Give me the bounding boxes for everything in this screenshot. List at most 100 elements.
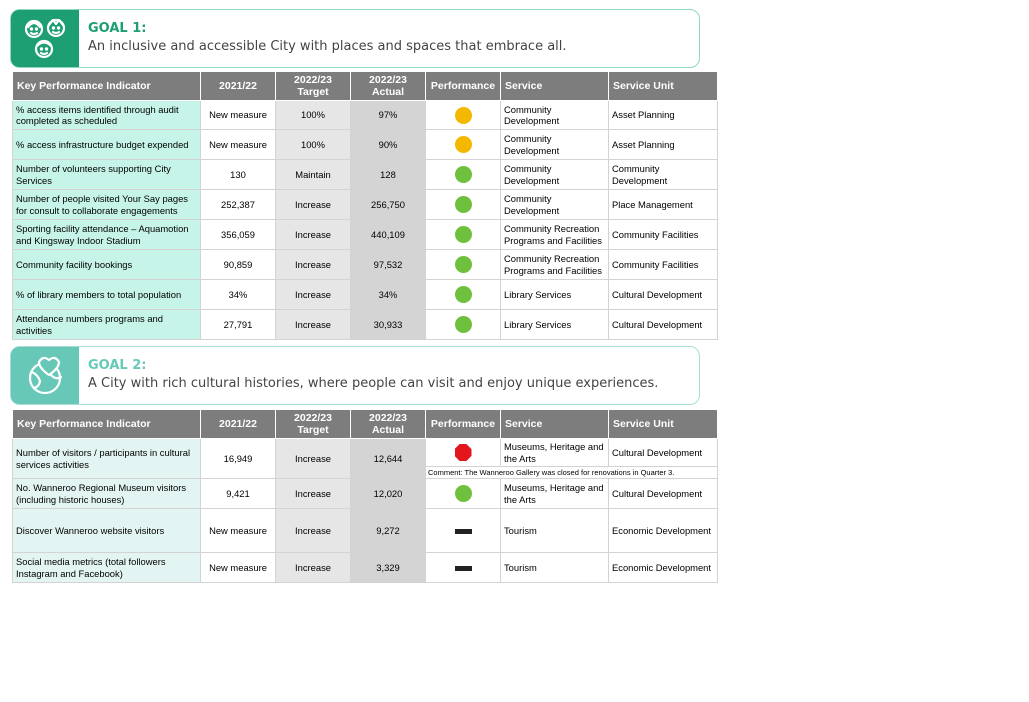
actual-cell: 3,329 [350, 552, 426, 583]
table-row: No. Wanneroo Regional Museum visitors (i… [12, 478, 718, 509]
header-service-unit: Service Unit [608, 409, 718, 439]
actual-cell: 256,750 [350, 189, 426, 220]
table-row: Attendance numbers programs and activiti… [12, 309, 718, 340]
table-row: Number of people visited Your Say pages … [12, 189, 718, 220]
service-unit-cell: Cultural Development [608, 478, 718, 509]
actual-cell: 97,532 [350, 249, 426, 280]
value-2021-22-cell: 27,791 [200, 309, 276, 340]
globe-heart-icon [28, 356, 63, 394]
performance-cell [425, 508, 501, 553]
service-unit-cell: Cultural Development [608, 438, 718, 467]
service-cell: Museums, Heritage and the Arts [500, 478, 609, 509]
green-status-dot-icon [454, 196, 472, 213]
service-unit-cell: Place Management [608, 189, 718, 220]
header-target: 2022/23 Target [275, 71, 351, 101]
service-unit-cell: Cultural Development [608, 309, 718, 340]
no-target-dash-icon [454, 565, 472, 571]
comment-cell: Comment: The Wanneroo Gallery was closed… [425, 466, 718, 479]
goal-2-banner: GOAL 2: A City with rich cultural histor… [10, 346, 700, 405]
value-2021-22-cell: 252,387 [200, 189, 276, 220]
people-faces-icon [24, 18, 66, 58]
target-cell: Maintain [275, 159, 351, 190]
performance-cell [425, 478, 501, 509]
service-unit-cell: Asset Planning [608, 100, 718, 130]
service-cell: Community Development [500, 100, 609, 130]
kpi-name-cell: Community facility bookings [12, 249, 201, 280]
goal-2-icon-box [11, 347, 79, 404]
table-row: Number of visitors / participants in cul… [12, 438, 718, 479]
goal-2-title: GOAL 2: [88, 358, 147, 373]
performance-cell [425, 309, 501, 340]
kpi-name-cell: No. Wanneroo Regional Museum visitors (i… [12, 478, 201, 509]
header-target: 2022/23 Target [275, 409, 351, 439]
actual-cell: 128 [350, 159, 426, 190]
header-service-unit: Service Unit [608, 71, 718, 101]
service-unit-cell: Community Development [608, 159, 718, 190]
table-row: Number of volunteers supporting City Ser… [12, 159, 718, 190]
value-2021-22-cell: New measure [200, 100, 276, 130]
performance-cell [425, 249, 501, 280]
table-row: Community facility bookings 90,859 Increas… [12, 249, 718, 280]
service-unit-cell: Economic Development [608, 552, 718, 583]
service-cell: Library Services [500, 309, 609, 340]
actual-cell: 30,933 [350, 309, 426, 340]
goal-2-kpi-table: Key Performance Indicator 2021/22 2022/2… [12, 409, 718, 583]
green-status-dot-icon [454, 485, 472, 502]
target-cell: Increase [275, 309, 351, 340]
red-stop-icon [454, 444, 472, 461]
table-header-row: Key Performance Indicator 2021/22 2022/2… [12, 71, 718, 101]
value-2021-22-cell: 90,859 [200, 249, 276, 280]
header-actual-line1: 2022/23 [369, 412, 407, 424]
table-row: % access items identified through audit … [12, 100, 718, 130]
table-row: Discover Wanneroo website visitors New me… [12, 508, 718, 553]
header-target-line2: Target [297, 86, 329, 98]
green-status-dot-icon [454, 316, 472, 333]
performance-cell [425, 552, 501, 583]
service-cell: Tourism [500, 508, 609, 553]
goal-1-title: GOAL 1: [88, 21, 147, 36]
kpi-name-cell: Sporting facility attendance – Aquamotio… [12, 219, 201, 250]
header-kpi: Key Performance Indicator [12, 409, 201, 439]
service-cell: Community Development [500, 189, 609, 220]
green-status-dot-icon [454, 226, 472, 243]
header-actual-line2: Actual [371, 424, 405, 436]
target-cell: Increase [275, 249, 351, 280]
performance-cell [425, 219, 501, 250]
target-cell: 100% [275, 100, 351, 130]
kpi-name-cell: Number of volunteers supporting City Ser… [12, 159, 201, 190]
service-cell: Library Services [500, 279, 609, 310]
service-cell: Museums, Heritage and the Arts [500, 438, 609, 467]
performance-cell [425, 279, 501, 310]
kpi-name-cell: % access infrastructure budget expended [12, 129, 201, 160]
header-service: Service [500, 71, 609, 101]
target-cell: 100% [275, 129, 351, 160]
actual-cell: 12,644 [350, 438, 426, 479]
service-unit-cell: Economic Development [608, 508, 718, 553]
value-2021-22-cell: 34% [200, 279, 276, 310]
goal-2-subtitle: A City with rich cultural histories, whe… [88, 376, 659, 391]
header-target-line2: Target [297, 424, 329, 436]
header-target-line1: 2022/23 [294, 412, 332, 424]
value-2021-22-cell: New measure [200, 508, 276, 553]
service-cell: Tourism [500, 552, 609, 583]
kpi-name-cell: % of library members to total population [12, 279, 201, 310]
table-header-row: Key Performance Indicator 2021/22 2022/2… [12, 409, 718, 439]
actual-cell: 440,109 [350, 219, 426, 250]
goal-1-subtitle: An inclusive and accessible City with pl… [88, 39, 567, 54]
amber-status-dot-icon [454, 106, 472, 124]
header-actual: 2022/23 Actual [350, 409, 426, 439]
service-unit-cell: Community Facilities [608, 219, 718, 250]
value-2021-22-cell: 130 [200, 159, 276, 190]
target-cell: Increase [275, 508, 351, 553]
kpi-name-cell: Social media metrics (total followers In… [12, 552, 201, 583]
service-cell: Community Development [500, 129, 609, 160]
header-2021-22: 2021/22 [200, 409, 276, 439]
service-unit-cell: Cultural Development [608, 279, 718, 310]
actual-cell: 9,272 [350, 508, 426, 553]
service-cell: Community Recreation Programs and Facili… [500, 219, 609, 250]
no-target-dash-icon [454, 528, 472, 534]
header-actual: 2022/23 Actual [350, 71, 426, 101]
kpi-name-cell: Discover Wanneroo website visitors [12, 508, 201, 553]
header-kpi: Key Performance Indicator [12, 71, 201, 101]
table-row: % of library members to total population… [12, 279, 718, 310]
